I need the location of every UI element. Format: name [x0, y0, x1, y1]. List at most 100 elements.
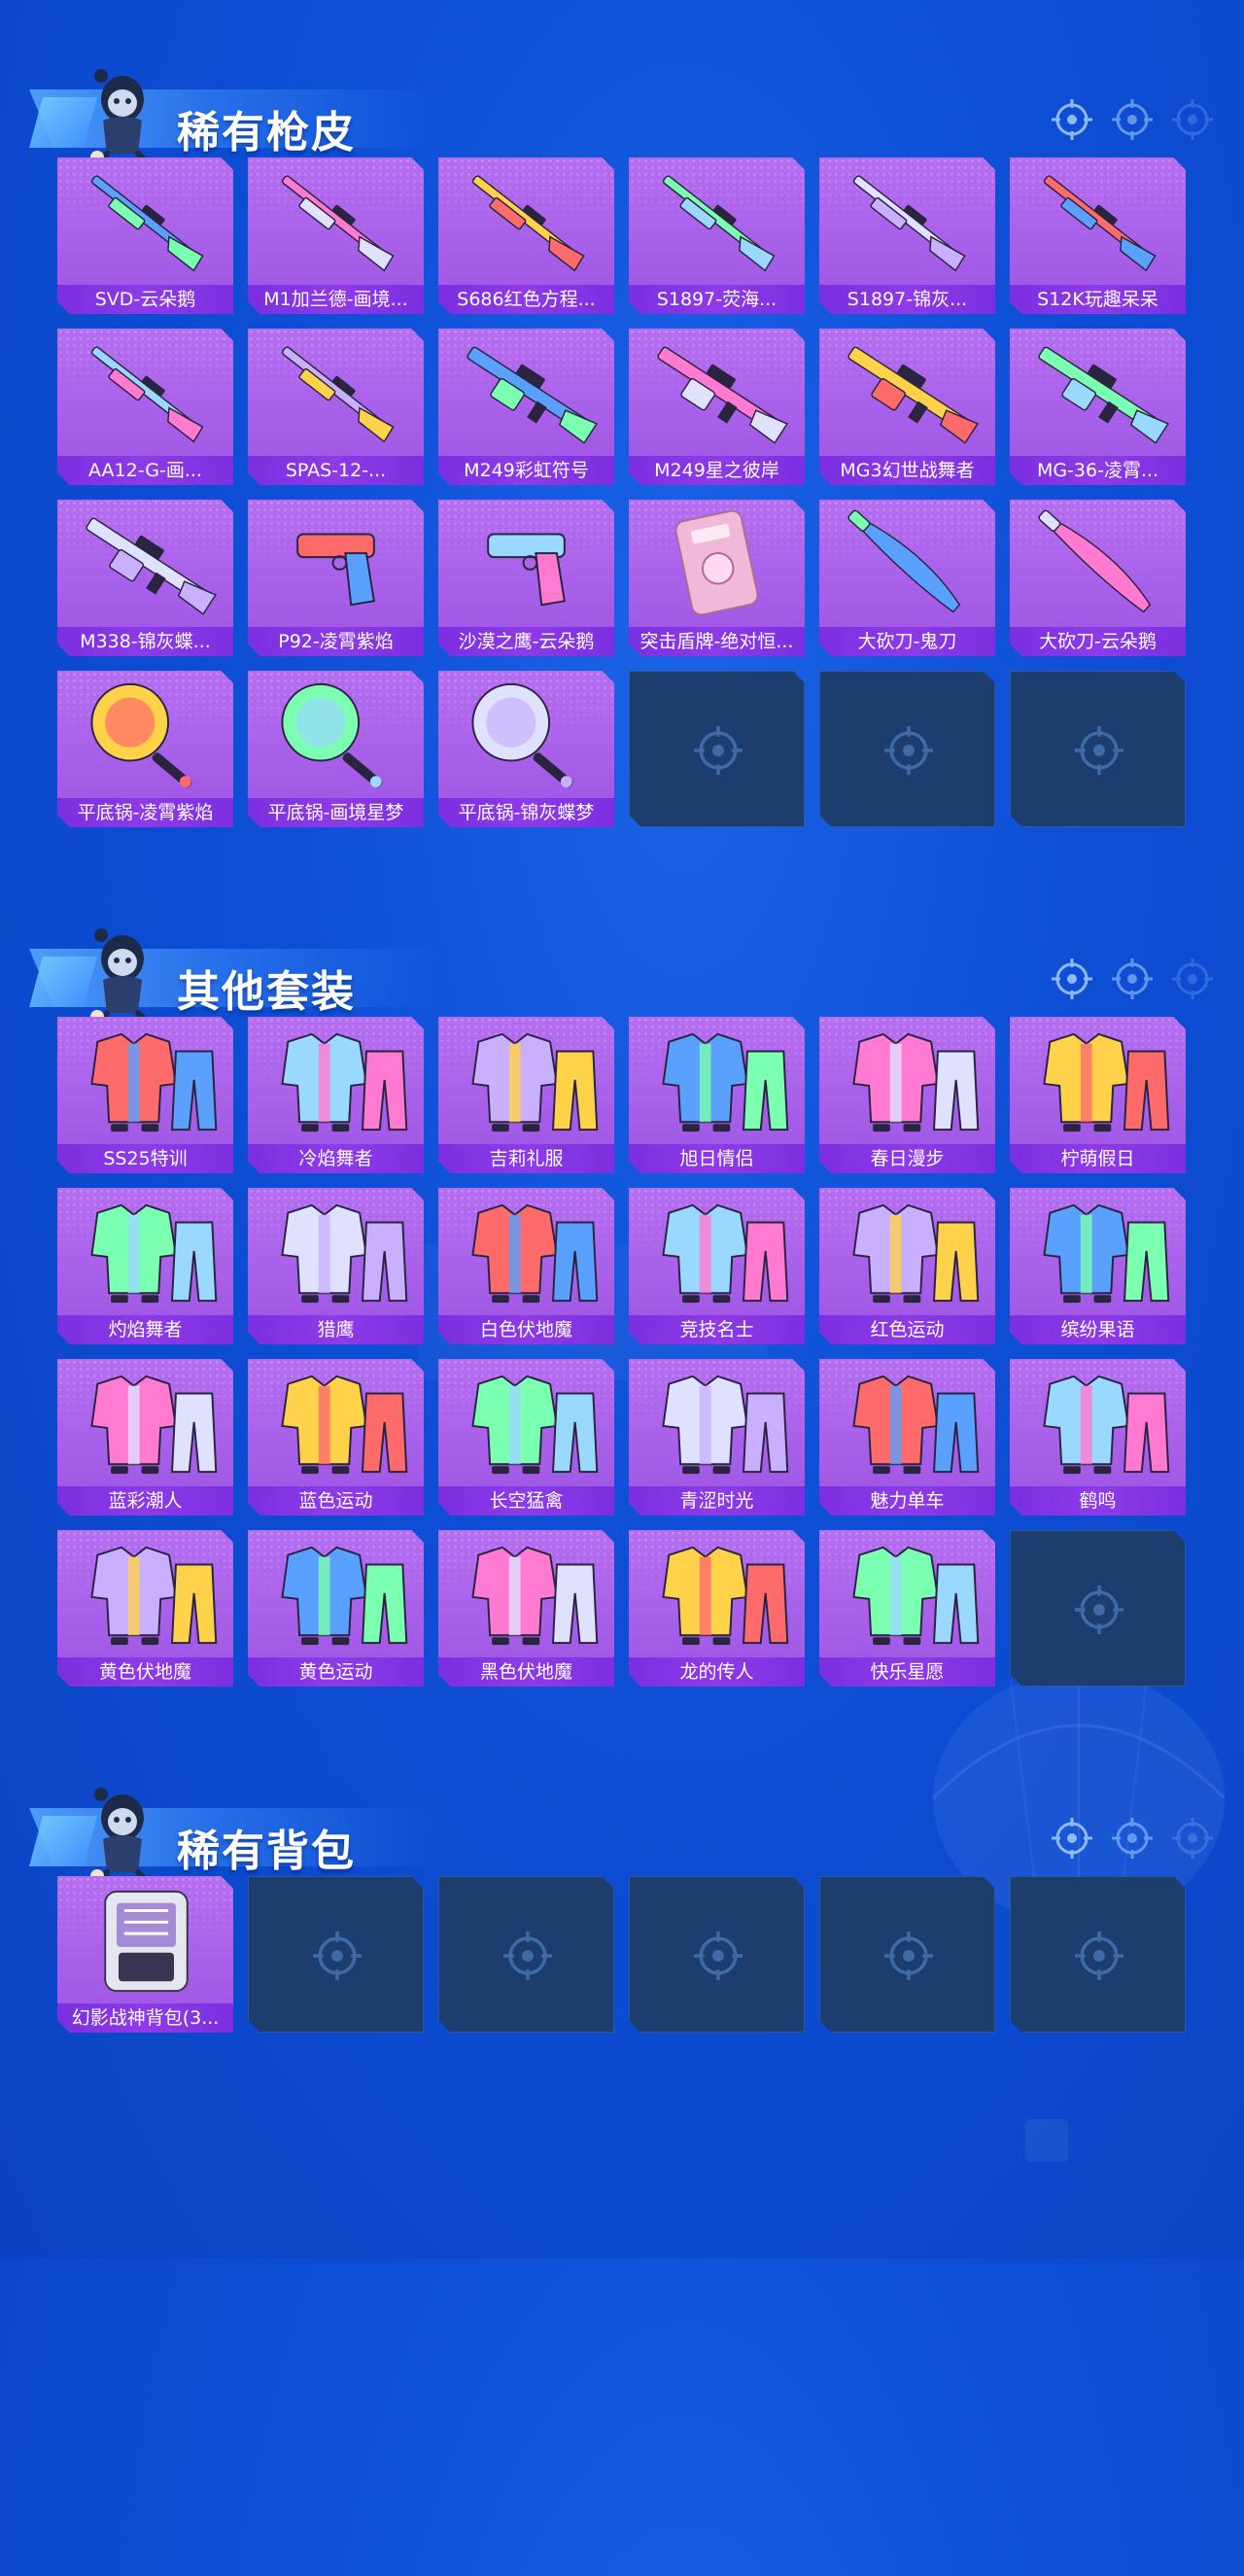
- item-card[interactable]: 平底锅-凌霄紫焰: [57, 671, 233, 827]
- item-card[interactable]: M249彩虹符号: [438, 329, 614, 485]
- item-card[interactable]: 青涩时光: [629, 1359, 805, 1515]
- section-2: 其他套装 SS25特训 冷焰舞者 吉莉礼服 旭日情侣 春日漫步 柠萌假日 灼焰舞…: [0, 920, 1244, 1717]
- empty-slot: [438, 1876, 614, 2033]
- item-label: 大砍刀-云朵鹅: [1010, 627, 1186, 656]
- item-label: 缤纷果语: [1010, 1315, 1186, 1344]
- item-card[interactable]: 灼焰舞者: [57, 1188, 233, 1344]
- crosshair-icon: [694, 726, 743, 775]
- item-card[interactable]: M1加兰德-画境...: [248, 157, 424, 314]
- item-card[interactable]: 长空猛禽: [438, 1359, 614, 1515]
- crosshair-icon: [1112, 958, 1153, 999]
- item-card[interactable]: 鹤鸣: [1010, 1359, 1186, 1515]
- item-card[interactable]: 白色伏地魔: [438, 1188, 614, 1344]
- outfit-icon: [1043, 1203, 1170, 1304]
- shotgun-icon: [662, 175, 776, 272]
- item-card[interactable]: 旭日情侣: [629, 1017, 805, 1173]
- item-label: S1897-荧海...: [629, 285, 805, 314]
- outfit-icon: [852, 1032, 980, 1132]
- outfit-icon: [90, 1375, 218, 1475]
- item-card[interactable]: MG3幻世战舞者: [819, 329, 995, 485]
- outfit-icon: [852, 1203, 980, 1304]
- item-card[interactable]: 黄色运动: [248, 1530, 424, 1687]
- item-card[interactable]: S686红色方程...: [438, 157, 614, 314]
- item-card[interactable]: S1897-荧海...: [629, 157, 805, 314]
- item-label: 龙的传人: [629, 1657, 805, 1687]
- item-card[interactable]: 沙漠之鹰-云朵鹅: [438, 500, 614, 656]
- item-card[interactable]: 蓝色运动: [248, 1359, 424, 1515]
- crosshair-icon: [884, 1932, 933, 1980]
- item-label: M249星之彼岸: [629, 456, 805, 485]
- section-header: 其他套装: [0, 920, 1244, 1027]
- item-card[interactable]: M338-锦灰蝶...: [57, 500, 233, 656]
- machine-gun-icon: [657, 346, 788, 444]
- crosshair-icon: [1052, 1818, 1092, 1859]
- item-label: P92-凌霄紫焰: [248, 627, 424, 656]
- item-card[interactable]: S1897-锦灰...: [819, 157, 995, 314]
- item-card[interactable]: SPAS-12-...: [248, 329, 424, 485]
- item-label: S12K玩趣呆呆: [1010, 285, 1186, 314]
- item-card[interactable]: 柠萌假日: [1010, 1017, 1186, 1173]
- item-label: 蓝彩潮人: [57, 1486, 233, 1515]
- item-label: 猎鹰: [248, 1315, 424, 1344]
- crosshair-icon: [1075, 1932, 1123, 1980]
- mascot-icon: [90, 1788, 151, 1886]
- item-card[interactable]: MG-36-凌霄...: [1010, 329, 1186, 485]
- section-3: 稀有背包 幻影战神背包(3...: [0, 1779, 1244, 2576]
- item-card[interactable]: 大砍刀-云朵鹅: [1010, 500, 1186, 656]
- outfit-icon: [852, 1375, 980, 1475]
- empty-slot: [1010, 671, 1186, 827]
- backpack-icon: [104, 1890, 189, 1993]
- crosshair-decoration: [1052, 99, 1217, 140]
- shotgun-icon: [90, 346, 204, 443]
- item-label: 突击盾牌-绝对恒...: [629, 627, 805, 656]
- item-card[interactable]: 春日漫步: [819, 1017, 995, 1173]
- outfit-icon: [1043, 1375, 1170, 1475]
- item-label: 吉莉礼服: [438, 1144, 614, 1173]
- shield-icon: [674, 509, 759, 616]
- item-card[interactable]: 缤纷果语: [1010, 1188, 1186, 1344]
- item-card[interactable]: 黑色伏地魔: [438, 1530, 614, 1687]
- item-label: 竞技名士: [629, 1315, 805, 1344]
- item-label: M1加兰德-画境...: [248, 285, 424, 314]
- item-card[interactable]: 红色运动: [819, 1188, 995, 1344]
- item-card[interactable]: P92-凌霄紫焰: [248, 500, 424, 656]
- item-card[interactable]: 幻影战神背包(3...: [57, 1876, 233, 2033]
- item-card[interactable]: 冷焰舞者: [248, 1017, 424, 1173]
- item-card[interactable]: SVD-云朵鹅: [57, 157, 233, 314]
- item-card[interactable]: SS25特训: [57, 1017, 233, 1173]
- item-label: 魅力单车: [819, 1486, 995, 1515]
- item-label: 春日漫步: [819, 1144, 995, 1173]
- item-card[interactable]: 平底锅-锦灰蝶梦: [438, 671, 614, 827]
- item-label: 平底锅-凌霄紫焰: [57, 798, 233, 827]
- shotgun-icon: [1043, 175, 1157, 272]
- crosshair-icon: [1075, 1585, 1123, 1634]
- item-card[interactable]: 魅力单车: [819, 1359, 995, 1515]
- item-card[interactable]: 猎鹰: [248, 1188, 424, 1344]
- empty-slot: [1010, 1530, 1186, 1687]
- item-card[interactable]: 快乐星愿: [819, 1530, 995, 1687]
- item-card[interactable]: 黄色伏地魔: [57, 1530, 233, 1687]
- item-label: AA12-G-画...: [57, 456, 233, 485]
- crosshair-icon: [694, 1932, 743, 1980]
- machine-gun-icon: [1038, 346, 1169, 444]
- machine-gun-icon: [466, 346, 598, 444]
- outfit-icon: [471, 1375, 599, 1475]
- item-card[interactable]: 蓝彩潮人: [57, 1359, 233, 1515]
- item-card[interactable]: M249星之彼岸: [629, 329, 805, 485]
- section-header: 稀有枪皮: [0, 60, 1244, 167]
- item-card[interactable]: 大砍刀-鬼刀: [819, 500, 995, 656]
- item-card[interactable]: 平底锅-画境星梦: [248, 671, 424, 827]
- item-card[interactable]: 龙的传人: [629, 1530, 805, 1687]
- item-card[interactable]: AA12-G-画...: [57, 329, 233, 485]
- item-card[interactable]: 吉莉礼服: [438, 1017, 614, 1173]
- crosshair-icon: [1112, 1818, 1153, 1859]
- item-card[interactable]: S12K玩趣呆呆: [1010, 157, 1186, 314]
- mascot-icon: [90, 69, 151, 167]
- item-card[interactable]: 突击盾牌-绝对恒...: [629, 500, 805, 656]
- crosshair-icon: [1172, 99, 1213, 140]
- item-label: 蓝色运动: [248, 1486, 424, 1515]
- pistol-icon: [296, 533, 375, 607]
- outfit-icon: [90, 1032, 218, 1132]
- item-card[interactable]: 竞技名士: [629, 1188, 805, 1344]
- outfit-icon: [281, 1032, 408, 1132]
